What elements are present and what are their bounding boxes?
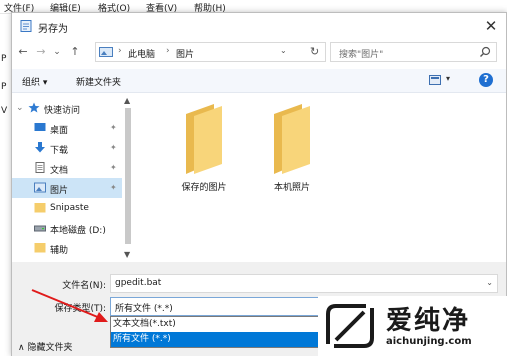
filename-label: 文件名(N):	[62, 281, 106, 291]
folder-label: 本机照片	[273, 183, 310, 193]
watermark-name: 爱纯净	[386, 306, 471, 336]
navigation-pane: ⌄ 快速访问 桌面 ✦ 下载 ✦ 文档 ✦ 图片 ✦ Snipaste 本地磁盘…	[12, 94, 134, 262]
nav-item-label: 桌面	[50, 126, 69, 136]
download-icon	[35, 142, 45, 153]
drive-icon	[34, 225, 46, 232]
close-button[interactable]: ✕	[478, 15, 504, 37]
refresh-icon[interactable]: ↻	[310, 45, 319, 58]
notepad-icon	[20, 20, 32, 32]
nav-item-local-disk-d[interactable]: 本地磁盘 (D:)	[12, 218, 122, 238]
address-separator: ›	[166, 46, 170, 56]
new-folder-button[interactable]: 新建文件夹	[76, 75, 121, 88]
search-icon[interactable]	[479, 46, 491, 58]
file-list: 保存的图片 本机照片	[136, 94, 506, 262]
nav-item-label: 图片	[50, 186, 69, 196]
address-segment-pictures[interactable]: 图片	[176, 47, 194, 60]
hide-folders-button[interactable]: ∧ 隐藏文件夹	[18, 340, 72, 353]
nav-scrollbar[interactable]: ▲ ▼	[122, 94, 134, 262]
filetype-label: 保存类型(T):	[54, 304, 106, 314]
folder-icon	[34, 203, 46, 213]
back-button[interactable]: ←	[16, 45, 30, 59]
desktop-icon	[34, 123, 46, 131]
folder-icon	[186, 104, 222, 174]
scroll-up-icon[interactable]: ▲	[124, 96, 130, 105]
search-placeholder: 搜索"图片"	[339, 50, 384, 60]
folder-label: 保存的图片	[181, 183, 227, 193]
search-input[interactable]: 搜索"图片"	[330, 42, 497, 62]
dialog-titlebar[interactable]: 另存为 ✕	[12, 13, 506, 39]
address-bar[interactable]: › 此电脑 › 图片 ⌄ ↻	[95, 42, 326, 62]
nav-item-label: 辅助	[50, 246, 69, 256]
scroll-thumb[interactable]	[125, 108, 131, 244]
filename-field[interactable]: gpedit.bat ⌄	[110, 274, 498, 293]
nav-item-folder[interactable]: 辅助	[12, 238, 122, 258]
document-icon	[35, 162, 45, 173]
filetype-value: 所有文件 (*.*)	[115, 304, 173, 314]
filename-value[interactable]: gpedit.bat	[115, 278, 161, 288]
background-text: V	[1, 106, 8, 116]
help-icon[interactable]: ?	[479, 73, 493, 87]
filetype-option-all[interactable]: 所有文件 (*.*)	[111, 332, 319, 347]
chevron-down-icon[interactable]: ⌄	[486, 278, 493, 287]
watermark: 爱纯净 aichunjing.com	[318, 296, 507, 356]
nav-item-label: 文档	[50, 166, 69, 176]
scroll-down-icon[interactable]: ▼	[124, 250, 130, 259]
nav-item-label: Snipaste	[50, 203, 89, 213]
folder-saved-pictures[interactable]: 保存的图片	[164, 104, 244, 194]
nav-item-label: 下载	[50, 146, 69, 156]
command-toolbar: 组织 ▾ 新建文件夹 ▾ ?	[12, 69, 506, 93]
folder-local-photos[interactable]: 本机照片	[252, 104, 332, 194]
view-dropdown-icon[interactable]: ▾	[446, 74, 450, 83]
organize-button[interactable]: 组织 ▾	[22, 75, 47, 88]
pin-icon: ✦	[110, 143, 117, 152]
watermark-url: aichunjing.com	[386, 336, 472, 347]
nav-item-label: 快速访问	[44, 106, 81, 116]
nav-item-documents[interactable]: 文档 ✦	[12, 158, 122, 178]
aichunjing-logo-icon	[326, 304, 374, 348]
nav-item-snipaste[interactable]: Snipaste	[12, 198, 122, 218]
background-text: P	[1, 54, 7, 64]
filetype-option-txt[interactable]: 文本文档(*.txt)	[111, 317, 319, 332]
address-separator: ›	[118, 46, 122, 56]
nav-item-downloads[interactable]: 下载 ✦	[12, 138, 122, 158]
nav-item-quick-access[interactable]: ⌄ 快速访问	[12, 98, 122, 118]
nav-item-pictures[interactable]: 图片 ✦	[12, 178, 122, 198]
folder-icon	[274, 104, 310, 174]
nav-item-desktop[interactable]: 桌面 ✦	[12, 118, 122, 138]
background-text: P	[1, 82, 7, 92]
address-dropdown-icon[interactable]: ⌄	[280, 46, 287, 55]
folder-icon	[34, 243, 46, 253]
filetype-dropdown-list: 文本文档(*.txt) 所有文件 (*.*)	[110, 316, 320, 348]
up-button[interactable]: ↑	[68, 45, 82, 59]
pin-icon: ✦	[110, 183, 117, 192]
nav-item-label: 本地磁盘 (D:)	[50, 226, 106, 236]
forward-button[interactable]: →	[34, 45, 48, 59]
pin-icon: ✦	[110, 163, 117, 172]
pictures-location-icon	[99, 47, 113, 57]
address-segment-this-pc[interactable]: 此电脑	[128, 47, 155, 60]
pin-icon: ✦	[110, 123, 117, 132]
recent-locations-button[interactable]: ⌄	[50, 45, 64, 59]
view-options-icon[interactable]	[429, 75, 441, 85]
dialog-title: 另存为	[38, 24, 68, 35]
expand-chevron-icon: ⌄	[16, 103, 24, 113]
star-icon	[28, 102, 40, 113]
pictures-icon	[34, 182, 46, 193]
